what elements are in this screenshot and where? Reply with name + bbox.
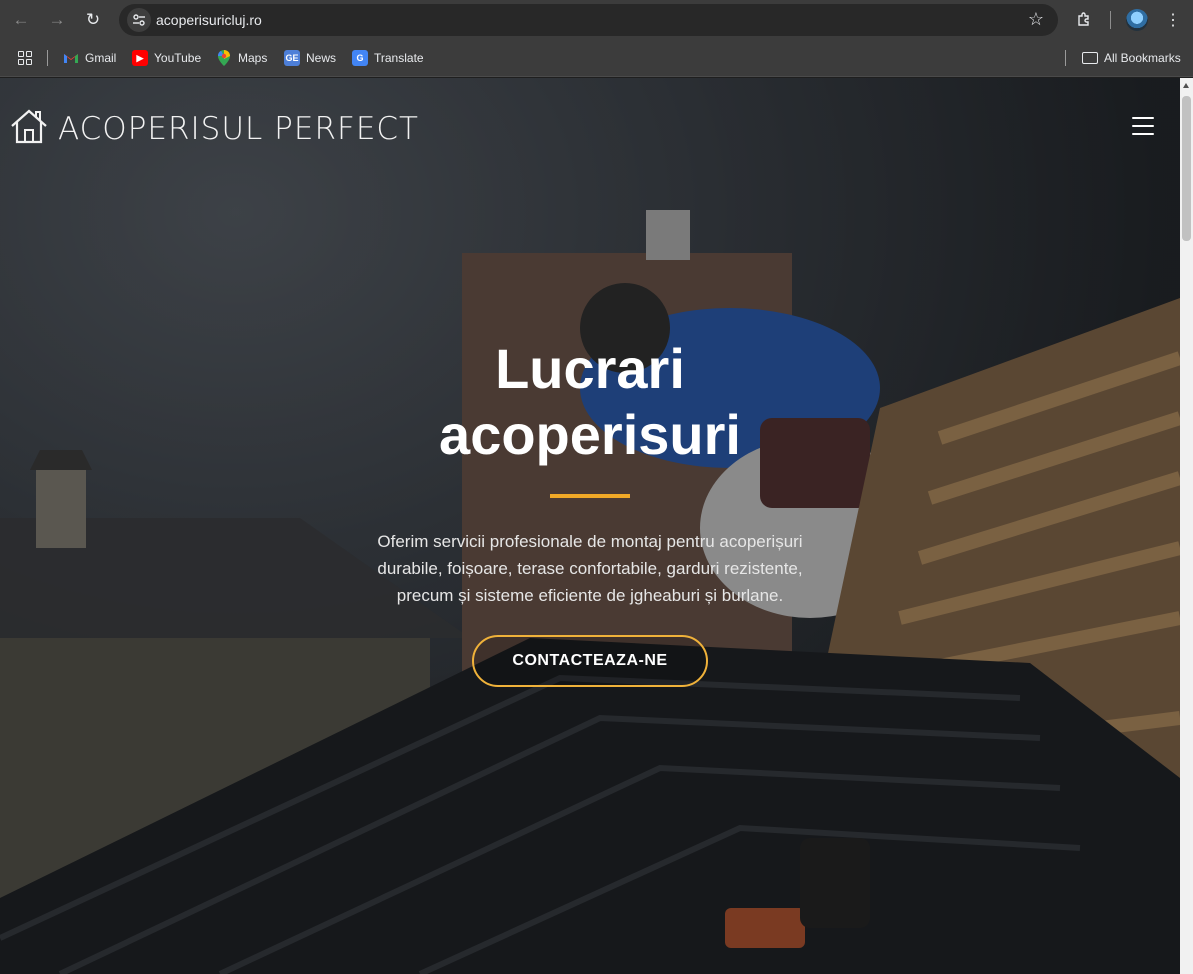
news-icon: GE — [284, 50, 300, 66]
bookmark-label: News — [306, 51, 337, 65]
logo-text: ACOPERISUL PERFECT — [58, 110, 419, 147]
bookmark-news[interactable]: GE News — [284, 49, 336, 67]
translate-icon: G — [352, 50, 368, 66]
bookmark-gmail[interactable]: Gmail — [63, 49, 116, 67]
bookmarks-separator — [47, 50, 48, 66]
gmail-icon — [63, 50, 79, 66]
hero-title-line2: acoperisuri — [439, 403, 741, 466]
maps-icon — [216, 50, 232, 66]
reload-icon[interactable]: ↻ — [81, 8, 105, 32]
toolbar-separator — [1110, 11, 1111, 29]
hero-section: ACOPERISUL PERFECT Lucrari acoperisuri O… — [0, 78, 1180, 974]
bookmark-label: Gmail — [85, 51, 117, 65]
site-logo[interactable]: ACOPERISUL PERFECT — [10, 108, 419, 149]
hero-title: Lucrari acoperisuri — [340, 336, 840, 468]
hero-title-line1: Lucrari — [495, 337, 685, 400]
bookmark-translate[interactable]: G Translate — [352, 49, 424, 67]
scroll-up-icon[interactable] — [1183, 83, 1189, 88]
hero-description: Oferim servicii profesionale de montaj p… — [377, 532, 803, 605]
bookmarks-bar: Gmail ▶ YouTube Maps GE News G Translate… — [0, 40, 1193, 77]
site-info-icon[interactable] — [127, 8, 151, 32]
more-menu-icon[interactable]: ⋮ — [1161, 8, 1185, 32]
house-icon — [10, 108, 48, 149]
apps-grid-icon[interactable] — [18, 51, 32, 65]
bookmark-star-icon[interactable]: ☆ — [1028, 9, 1044, 30]
bookmark-label: Maps — [238, 51, 268, 65]
hero-content: Lucrari acoperisuri Oferim servicii prof… — [340, 336, 840, 687]
accent-divider — [550, 494, 630, 498]
address-bar[interactable]: acoperisuricluj.ro ☆ — [119, 4, 1058, 36]
bookmarks-separator — [1065, 50, 1066, 66]
all-bookmarks-label: All Bookmarks — [1104, 51, 1181, 65]
forward-icon[interactable]: → — [45, 8, 69, 32]
bookmark-youtube[interactable]: ▶ YouTube — [132, 49, 201, 67]
bookmark-maps[interactable]: Maps — [216, 49, 267, 67]
browser-toolbar: ← → ↻ acoperisuricluj.ro ☆ ⋮ — [0, 0, 1193, 40]
folder-icon — [1082, 52, 1098, 64]
scroll-thumb[interactable] — [1182, 96, 1191, 241]
all-bookmarks[interactable]: All Bookmarks — [1082, 49, 1181, 67]
url-text[interactable]: acoperisuricluj.ro — [156, 12, 262, 28]
bookmark-label: YouTube — [154, 51, 202, 65]
bookmark-label: Translate — [374, 51, 424, 65]
extensions-icon[interactable] — [1072, 8, 1096, 32]
page-scrollbar[interactable] — [1180, 78, 1193, 974]
contact-button[interactable]: CONTACTEAZA-NE — [472, 635, 708, 687]
back-icon[interactable]: ← — [9, 8, 33, 32]
youtube-icon: ▶ — [132, 50, 148, 66]
profile-avatar[interactable] — [1126, 9, 1148, 31]
hamburger-icon[interactable] — [1132, 117, 1154, 135]
